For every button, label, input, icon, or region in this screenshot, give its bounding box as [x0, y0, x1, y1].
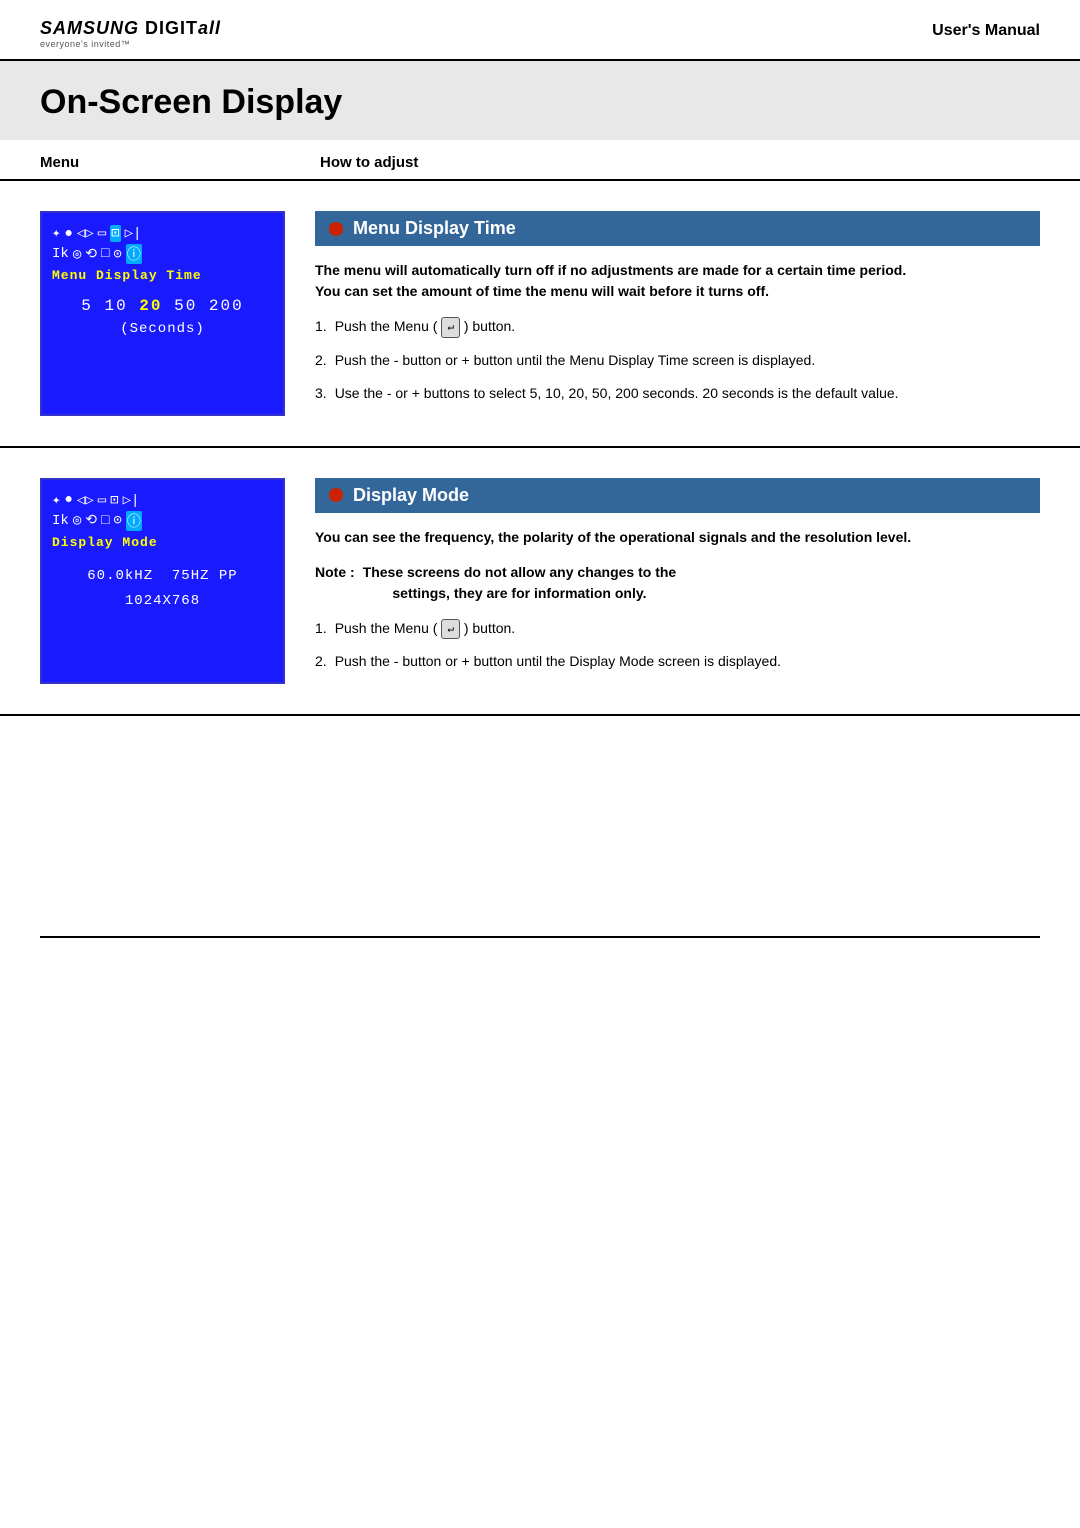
step-3-menu-display-time: 3. Use the - or + buttons to select 5, 1… [315, 383, 1040, 404]
logo-tagline: everyone's invited™ [40, 39, 221, 49]
red-dot-icon [329, 222, 343, 236]
section-title-text-dm: Display Mode [353, 485, 469, 506]
red-dot-icon-dm [329, 488, 343, 502]
time-val-10: 10 [104, 297, 127, 315]
display-icon-dm: □ [101, 513, 109, 529]
osd-time-values: 5 10 20 50 200 [52, 297, 273, 315]
osd-display-mode-label: Display Mode [52, 535, 273, 550]
osd-panel-display-mode: ✦ ● ◁▷ ▭ ⊡ ▷| Ik ◎ ⟲ □ ⊙ ⓘ Display Mode … [40, 478, 285, 685]
time-val-20: 20 [139, 297, 162, 315]
rotate-icon: ⟲ [85, 246, 97, 263]
section-menu-display-time: ✦ ● ◁▷ ▭ ⊡ ▷| Ik ◎ ⟲ □ ⊙ ⓘ Menu Display … [0, 181, 1080, 448]
contrast-icon: ● [64, 226, 72, 242]
step-text-2-dm: Push the - button or + button until the … [335, 651, 1040, 672]
logo-text-digital: DIGITall [145, 18, 221, 38]
spacer-area [0, 716, 1080, 936]
column-headers: Menu How to adjust [0, 140, 1080, 181]
time-val-50: 50 [174, 297, 197, 315]
brightness-icon: ✦ [52, 225, 60, 242]
step-1-menu-display-time: 1. Push the Menu ( ↵ ) button. [315, 316, 1040, 338]
osd-display-mode-values: 60.0kHZ 75HZ PP1024X768 [52, 564, 273, 614]
time-val-200: 200 [209, 297, 244, 315]
contrast-icon-dm: ● [64, 492, 72, 508]
note-text: These screens do not allow any changes t… [363, 562, 677, 604]
step-1-display-mode: 1. Push the Menu ( ↵ ) button. [315, 618, 1040, 640]
info-icon-dm: ⓘ [126, 511, 142, 531]
note-label: Note : [315, 562, 355, 604]
osd-icons-row1: ✦ ● ◁▷ ▭ ⊡ ▷| [52, 225, 273, 242]
osd-icons-row2-dm: Ik ◎ ⟲ □ ⊙ ⓘ [52, 511, 273, 531]
step-num-2-dm: 2. [315, 651, 327, 672]
rotate-icon-dm: ⟲ [85, 512, 97, 529]
clock-icon-dm: ⊙ [113, 512, 121, 529]
step-num-3: 3. [315, 383, 327, 404]
osd-menu-label: Menu Display Time [52, 268, 273, 283]
right-content-menu-display-time: Menu Display Time The menu will automati… [315, 211, 1040, 416]
section-title-text: Menu Display Time [353, 218, 516, 239]
settings-icon-dm: ◎ [73, 512, 81, 529]
footer-line [40, 936, 1040, 938]
input-icon: Ik [52, 246, 69, 262]
size-icon: ▭ [98, 225, 106, 242]
page-title-area: On-Screen Display [0, 61, 1080, 140]
step-text-2: Push the - button or + button until the … [335, 350, 1040, 371]
step-2-menu-display-time: 2. Push the - button or + button until t… [315, 350, 1040, 371]
settings-icon: ◎ [73, 246, 81, 263]
step-text-3: Use the - or + buttons to select 5, 10, … [335, 383, 1040, 404]
section-title-menu-display-time: Menu Display Time [315, 211, 1040, 246]
image-icon: ◁▷ [77, 225, 94, 242]
brightness-icon-dm: ✦ [52, 492, 60, 509]
right-content-display-mode: Display Mode You can see the frequency, … [315, 478, 1040, 685]
note-block-display-mode: Note : These screens do not allow any ch… [315, 562, 1040, 604]
step-text-1: Push the Menu ( ↵ ) button. [335, 316, 1040, 338]
page-header: SAMSUNG DIGITall everyone's invited™ Use… [0, 0, 1080, 61]
menu-button-icon-dm: ↵ [441, 619, 460, 640]
col-how-header: How to adjust [320, 154, 1040, 171]
osd-icon: ⊡ [110, 225, 120, 242]
image-icon-dm: ◁▷ [77, 492, 94, 509]
osd-time-unit: (Seconds) [52, 321, 273, 337]
step-num-2: 2. [315, 350, 327, 371]
osd-panel-menu-display-time: ✦ ● ◁▷ ▭ ⊡ ▷| Ik ◎ ⟲ □ ⊙ ⓘ Menu Display … [40, 211, 285, 416]
next-icon-dm: ▷| [123, 492, 140, 509]
section-title-display-mode: Display Mode [315, 478, 1040, 513]
next-icon: ▷| [125, 225, 142, 242]
time-val-5: 5 [81, 297, 93, 315]
step-2-display-mode: 2. Push the - button or + button until t… [315, 651, 1040, 672]
logo-area: SAMSUNG DIGITall everyone's invited™ [40, 18, 221, 49]
step-num-1-dm: 1. [315, 618, 327, 640]
logo-text-samsung: SAMSUNG [40, 18, 145, 38]
input-icon-dm: Ik [52, 513, 69, 529]
osd-icon-dm: ⊡ [110, 492, 118, 509]
steps-list-display-mode: 1. Push the Menu ( ↵ ) button. 2. Push t… [315, 618, 1040, 673]
page-title: On-Screen Display [40, 83, 1040, 122]
col-menu-header: Menu [40, 154, 320, 171]
size-icon-dm: ▭ [98, 492, 106, 509]
clock-icon: ⊙ [113, 246, 121, 263]
menu-button-icon: ↵ [441, 317, 460, 338]
section-desc-menu-display-time: The menu will automatically turn off if … [315, 260, 1040, 302]
info-icon: ⓘ [126, 244, 142, 264]
section-desc-display-mode: You can see the frequency, the polarity … [315, 527, 1040, 548]
osd-icons-row2: Ik ◎ ⟲ □ ⊙ ⓘ [52, 244, 273, 264]
section-display-mode: ✦ ● ◁▷ ▭ ⊡ ▷| Ik ◎ ⟲ □ ⊙ ⓘ Display Mode … [0, 448, 1080, 717]
osd-icons-row1-dm: ✦ ● ◁▷ ▭ ⊡ ▷| [52, 492, 273, 509]
steps-list-menu-display-time: 1. Push the Menu ( ↵ ) button. 2. Push t… [315, 316, 1040, 404]
step-text-1-dm: Push the Menu ( ↵ ) button. [335, 618, 1040, 640]
manual-title: User's Manual [932, 18, 1040, 40]
step-num-1: 1. [315, 316, 327, 338]
display-icon: □ [101, 246, 109, 262]
samsung-logo: SAMSUNG DIGITall [40, 18, 221, 39]
